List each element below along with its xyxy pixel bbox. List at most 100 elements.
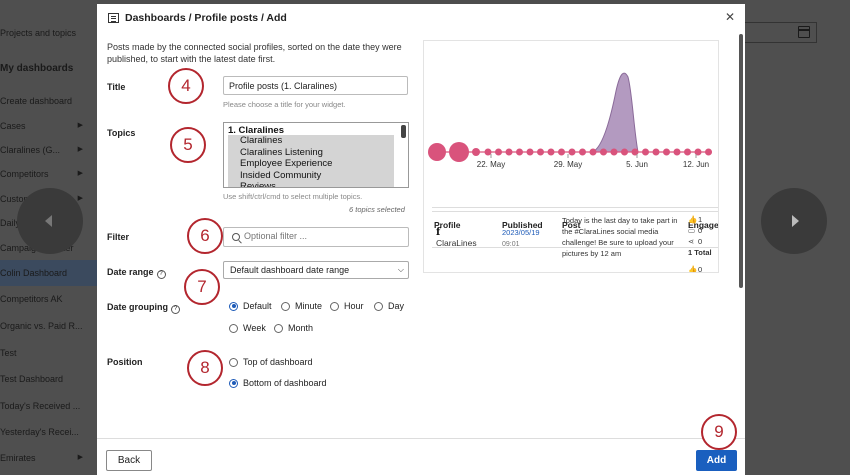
- date-grouping-radio-week[interactable]: Week: [229, 323, 266, 333]
- sidebar-item-label: Colin Dashboard: [0, 268, 68, 278]
- title-label: Title: [107, 82, 126, 92]
- modal-scrollbar[interactable]: [739, 34, 743, 288]
- x-tick-label: 29. May: [554, 160, 582, 169]
- back-button[interactable]: Back: [106, 450, 152, 471]
- radio-dot[interactable]: [229, 323, 238, 333]
- sidebar-item-label: Emirates: [0, 453, 36, 463]
- series-point: [600, 148, 607, 156]
- add-widget-modal: Dashboards / Profile posts / Add ✕ Posts…: [97, 4, 745, 475]
- table-divider: [432, 207, 718, 208]
- position-radio-bottom-of-dashboard[interactable]: Bottom of dashboard: [229, 378, 327, 388]
- sidebar-item-label: My dashboards: [0, 63, 74, 74]
- info-icon[interactable]: ?: [156, 270, 166, 279]
- topic-group: 1. Claralines: [228, 125, 284, 136]
- radio-label: Week: [243, 323, 266, 333]
- radio-dot[interactable]: [229, 301, 238, 311]
- thumbs-up-icon: 👍: [688, 215, 698, 224]
- engagement-likes: 👍1: [688, 215, 703, 224]
- radio-label: Default: [243, 301, 272, 311]
- topics-select[interactable]: 1. Claralines Claralines Claralines Liste…: [223, 122, 409, 188]
- published-date-link[interactable]: 2023/05/19: [502, 227, 540, 238]
- add-button[interactable]: Add: [696, 450, 737, 471]
- engagement-shares: ⋖ 0: [688, 237, 703, 246]
- topics-scrollbar[interactable]: [401, 125, 406, 138]
- series-point: [537, 148, 544, 156]
- x-tick-label: 22. May: [477, 160, 505, 169]
- series-point: [558, 148, 565, 156]
- previous-arrow-button: [17, 188, 83, 254]
- series-point: [484, 148, 492, 156]
- modal-header: Dashboards / Profile posts / Add ✕: [97, 4, 745, 32]
- date-grouping-radio-day[interactable]: Day: [374, 301, 404, 311]
- facebook-icon: f: [436, 227, 441, 238]
- series-point: [449, 142, 469, 162]
- date-grouping-radio-minute[interactable]: Minute: [281, 301, 322, 311]
- filter-input[interactable]: [244, 231, 404, 241]
- sidebar-item: Emirates ▶: [0, 445, 97, 471]
- modal-footer: Back Add: [97, 438, 745, 475]
- chevron-down-icon: ⌵: [397, 265, 404, 274]
- sidebar-item: Cases ▶: [0, 113, 97, 139]
- radio-dot[interactable]: [229, 357, 238, 367]
- series-point: [589, 148, 597, 156]
- sidebar-item-label: Yesterday's Recei...: [0, 427, 79, 437]
- title-hint: Please choose a title for your widget.: [223, 100, 346, 109]
- topic-option[interactable]: Claralines: [228, 135, 394, 147]
- series-point: [516, 148, 523, 156]
- radio-dot[interactable]: [229, 378, 238, 388]
- series-point: [495, 148, 502, 156]
- topics-count: 6 topics selected: [349, 205, 405, 214]
- topic-option[interactable]: Reviews: [228, 181, 394, 187]
- date-grouping-label: Date grouping?: [107, 302, 180, 314]
- position-label: Position: [107, 357, 143, 367]
- topic-option[interactable]: Employee Experience: [228, 158, 394, 170]
- series-point: [652, 148, 660, 156]
- sidebar-item-label: Create dashboard: [0, 96, 73, 106]
- info-icon[interactable]: ?: [171, 305, 180, 314]
- position-radio-top-of-dashboard[interactable]: Top of dashboard: [229, 357, 313, 367]
- date-grouping-radio-hour[interactable]: Hour: [330, 301, 364, 311]
- radio-label: Top of dashboard: [243, 357, 313, 367]
- series-point: [526, 148, 534, 156]
- calendar-icon: [798, 26, 810, 38]
- radio-dot[interactable]: [330, 301, 339, 311]
- radio-dot[interactable]: [374, 301, 383, 311]
- filter-field[interactable]: [223, 227, 409, 247]
- topics-label: Topics: [107, 128, 136, 138]
- x-tick-label: 5. Jun: [626, 160, 648, 169]
- sidebar-item-label: Competitors: [0, 169, 49, 179]
- radio-label: Minute: [295, 301, 323, 311]
- series-point: [472, 148, 480, 156]
- radio-dot[interactable]: [281, 301, 290, 311]
- sidebar-item: Projects and topics: [0, 20, 97, 46]
- sidebar-item-label: Projects and topics: [0, 28, 77, 38]
- series-point: [673, 148, 681, 156]
- sidebar-item-label: Test Dashboard: [0, 374, 64, 384]
- table-divider: [432, 211, 718, 212]
- step-badge-9: 9: [701, 414, 737, 450]
- date-grouping-radio-default[interactable]: Default: [229, 301, 272, 311]
- profile-name: ClaraLines: [436, 238, 477, 248]
- topic-option[interactable]: Insided Community: [228, 169, 394, 181]
- radio-dot[interactable]: [274, 323, 283, 333]
- series-point: [663, 148, 670, 156]
- sidebar-item: Today's Received ...: [0, 393, 97, 419]
- sidebar-item: Organic vs. Paid R...: [0, 313, 97, 339]
- widget-preview: 22. May 29. May 5. Jun 12. Jun Profile Publ…: [423, 40, 719, 273]
- close-icon[interactable]: ✕: [725, 11, 735, 23]
- series-point: [705, 148, 712, 156]
- date-range-select[interactable]: Default dashboard date range ⌵: [223, 261, 409, 279]
- radio-label: Month: [288, 323, 314, 333]
- topic-option[interactable]: Claralines Listening: [228, 146, 394, 158]
- preview-chart: 22. May 29. May 5. Jun 12. Jun: [428, 72, 712, 169]
- radio-label: Hour: [344, 301, 364, 311]
- step-badge-7: 7: [184, 269, 220, 305]
- caret-right-icon: ▶: [77, 454, 83, 461]
- caret-right-icon: ▶: [77, 170, 83, 177]
- title-input[interactable]: [223, 76, 408, 95]
- sidebar-item: Competitors ▶: [0, 161, 97, 187]
- widget-description: Posts made by the connected social profi…: [107, 42, 402, 64]
- engagement-likes-next: 👍0: [688, 265, 703, 273]
- caret-right-icon: ▶: [77, 122, 83, 129]
- date-grouping-radio-month[interactable]: Month: [274, 323, 313, 333]
